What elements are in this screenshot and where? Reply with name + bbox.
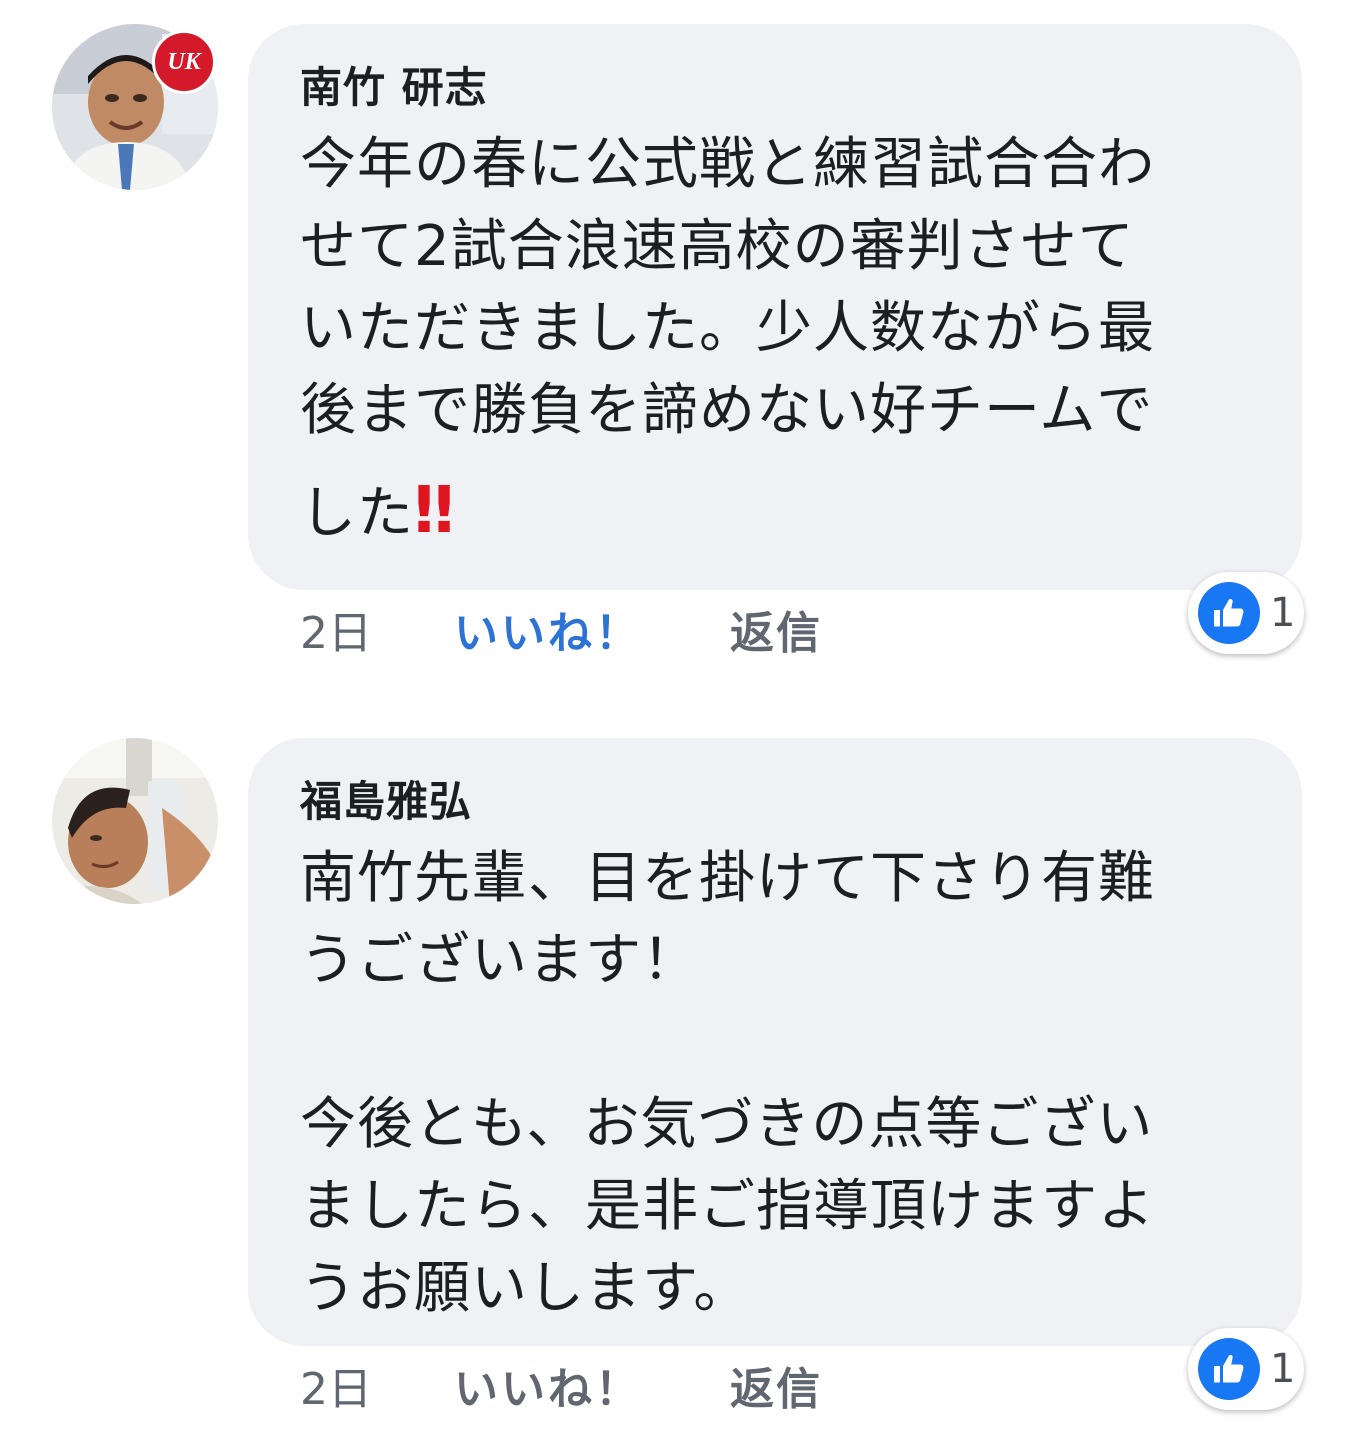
profile-photo	[52, 738, 218, 904]
reply-button[interactable]: 返信	[730, 1362, 822, 1418]
comment-timestamp[interactable]: 2日	[300, 606, 454, 662]
comment-text-line: いただきました。少人数ながら最	[300, 296, 1155, 361]
double-exclamation-emoji: ‼	[414, 474, 454, 548]
comment-bubble[interactable]: 福島雅弘 南竹先輩、目を掛けて下さり有難 うございます！ 今後とも、お気づきの点…	[248, 738, 1302, 1346]
comment-text-line: 今年の春に公式戦と練習試合合わ	[300, 132, 1155, 197]
reaction-summary[interactable]: 1	[1188, 572, 1304, 654]
comment-actions: 2日 いいね！ 返信	[300, 606, 822, 662]
reaction-summary[interactable]: 1	[1188, 1328, 1304, 1410]
avatar[interactable]	[52, 738, 218, 904]
avatar-badge: UK	[152, 30, 216, 94]
comment-1: UK 南竹 研志 今年の春に公式戦と練習試合合わ せて2試合浪速高校の審判させて…	[0, 0, 1357, 700]
comment-author[interactable]: 福島雅弘	[300, 776, 1258, 828]
comment-text-line: うございます！	[300, 928, 699, 993]
reply-button[interactable]: 返信	[730, 606, 822, 662]
comment-actions: 2日 いいね！ 返信	[300, 1362, 822, 1418]
comment-text-line-last: した‼	[300, 466, 1258, 559]
comment-timestamp[interactable]: 2日	[300, 1362, 454, 1418]
comment-text-line: うお願いします。	[300, 1256, 751, 1321]
thumbs-up-icon	[1198, 582, 1260, 644]
comment-author[interactable]: 南竹 研志	[300, 62, 1258, 114]
like-button[interactable]: いいね！	[454, 606, 730, 662]
comment-blank-line	[300, 1002, 1258, 1084]
comment-text-line: 今後とも、お気づきの点等ござい	[300, 1092, 1154, 1157]
comment-text-line: ましたら、是非ご指導頂けますよ	[300, 1174, 1155, 1239]
comment-text: した	[300, 481, 414, 546]
comment-2: 福島雅弘 南竹先輩、目を掛けて下さり有難 うございます！ 今後とも、お気づきの点…	[0, 700, 1357, 1448]
comment-text-line: せて2試合浪速高校の審判させて	[300, 214, 1135, 279]
comment-text-line: 南竹先輩、目を掛けて下さり有難	[300, 846, 1155, 911]
like-button[interactable]: いいね！	[454, 1362, 730, 1418]
comment-bubble[interactable]: 南竹 研志 今年の春に公式戦と練習試合合わ せて2試合浪速高校の審判させて いた…	[248, 24, 1302, 590]
reaction-count: 1	[1270, 1346, 1296, 1392]
avatar-badge-text: UK	[167, 48, 201, 75]
reaction-count: 1	[1270, 590, 1296, 636]
comment-text-line: 後まで勝負を諦めない好チームで	[300, 378, 1154, 443]
thumbs-up-icon	[1198, 1338, 1260, 1400]
